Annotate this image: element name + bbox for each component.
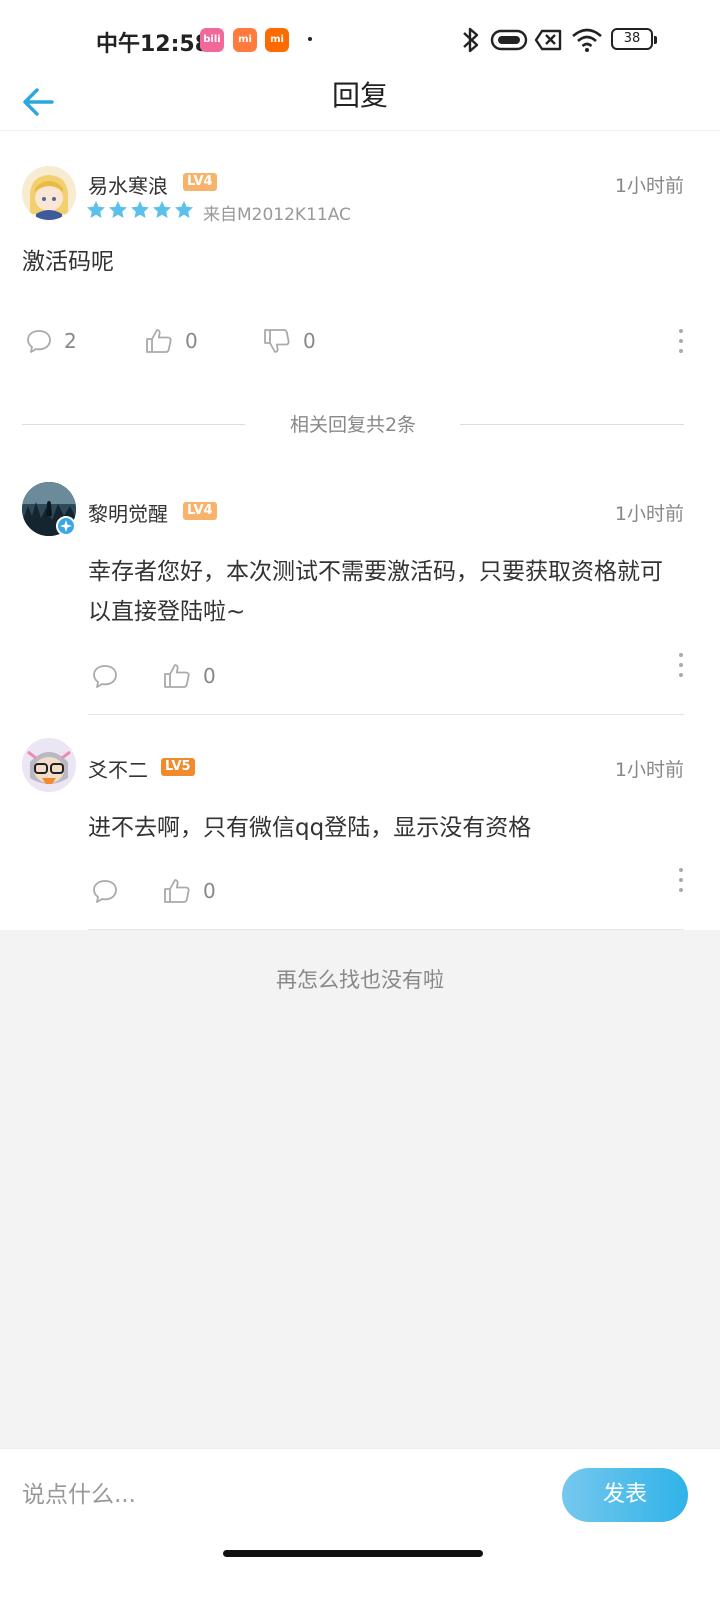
star-icon [87, 201, 105, 218]
star-icon [175, 201, 193, 218]
thumbs-down-icon [264, 329, 290, 353]
verified-badge [56, 516, 76, 536]
status-time: 中午12:58 [96, 32, 211, 57]
reply-content: 进不去啊，只有微信qq登陆，显示没有资格 [88, 815, 532, 841]
dislike-button[interactable]: 0 [263, 328, 316, 354]
notification-dot [308, 37, 312, 41]
reply-time: 1小时前 [614, 759, 684, 781]
reply-comment-button[interactable] [92, 878, 118, 904]
level-badge: LV4 [183, 173, 217, 191]
comment-icon [27, 330, 51, 353]
star-icon [131, 201, 149, 218]
wifi-icon [572, 28, 602, 52]
comment-composer: 发表 [0, 1448, 720, 1540]
mi-store-app-icon: mi [233, 28, 257, 52]
bluetooth-icon [463, 27, 479, 53]
reply-username[interactable]: 黎明觉醒 [88, 498, 168, 527]
reply-time: 1小时前 [614, 503, 684, 525]
send-button[interactable]: 发表 [562, 1468, 688, 1522]
comment-icon [93, 880, 117, 903]
reply-like-button[interactable]: 0 [163, 663, 216, 689]
reply-username[interactable]: 爻不二 [88, 754, 148, 783]
page-title: 回复 [331, 79, 388, 112]
replies-divider: 相关回复共2条 [22, 410, 684, 438]
like-count: 0 [203, 664, 216, 688]
user-avatar-icon [22, 738, 76, 792]
level-badge: LV4 [183, 502, 217, 520]
rating-stars [86, 200, 194, 220]
post-username[interactable]: 易水寒浪 [88, 170, 168, 199]
device-label: 来自M2012K11AC [203, 205, 351, 225]
status-bar: 中午12:58 bili mi mi 38 [0, 0, 720, 80]
more-options-icon[interactable] [678, 653, 684, 677]
header: 回复 [0, 80, 720, 132]
thumbs-up-icon [164, 879, 190, 903]
vibrate-icon [490, 29, 528, 51]
more-options-icon[interactable] [678, 868, 684, 892]
comment-icon [93, 665, 117, 688]
reply-separator [88, 929, 684, 930]
list-end-area [0, 930, 720, 1448]
thumbs-up-icon [164, 664, 190, 688]
avatar[interactable] [22, 166, 76, 220]
comment-button[interactable]: 2 [26, 328, 77, 354]
end-of-list-text: 再怎么找也没有啦 [276, 968, 444, 992]
reply-separator [88, 714, 684, 715]
reply-content: 幸存者您好，本次测试不需要激活码，只要获取资格就可以直接登陆啦~ [88, 559, 663, 625]
post-content: 激活码呢 [22, 249, 114, 275]
comment-count: 2 [64, 329, 77, 353]
star-icon [153, 201, 171, 218]
verified-icon [60, 520, 72, 532]
like-count: 0 [185, 329, 198, 353]
battery-indicator: 38 [611, 28, 657, 50]
reply-comment-button[interactable] [92, 663, 118, 689]
reply-like-button[interactable]: 0 [163, 878, 216, 904]
thumbs-up-icon [146, 329, 172, 353]
bilibili-app-icon: bili [200, 28, 224, 52]
comment-input[interactable] [22, 1469, 522, 1521]
like-count: 0 [203, 879, 216, 903]
post-time: 1小时前 [614, 175, 684, 197]
no-sim-icon [534, 29, 562, 51]
replies-count-label: 相关回复共2条 [289, 414, 417, 436]
star-icon [109, 201, 127, 218]
like-button[interactable]: 0 [145, 328, 198, 354]
header-divider [0, 130, 720, 131]
home-indicator[interactable] [223, 1550, 483, 1557]
level-badge: LV5 [161, 758, 195, 776]
more-options-icon[interactable] [678, 329, 684, 353]
mi-app-icon: mi [265, 28, 289, 52]
navigation-bar [0, 1540, 720, 1600]
avatar[interactable] [22, 738, 76, 792]
user-avatar-icon [22, 166, 76, 220]
dislike-count: 0 [303, 329, 316, 353]
